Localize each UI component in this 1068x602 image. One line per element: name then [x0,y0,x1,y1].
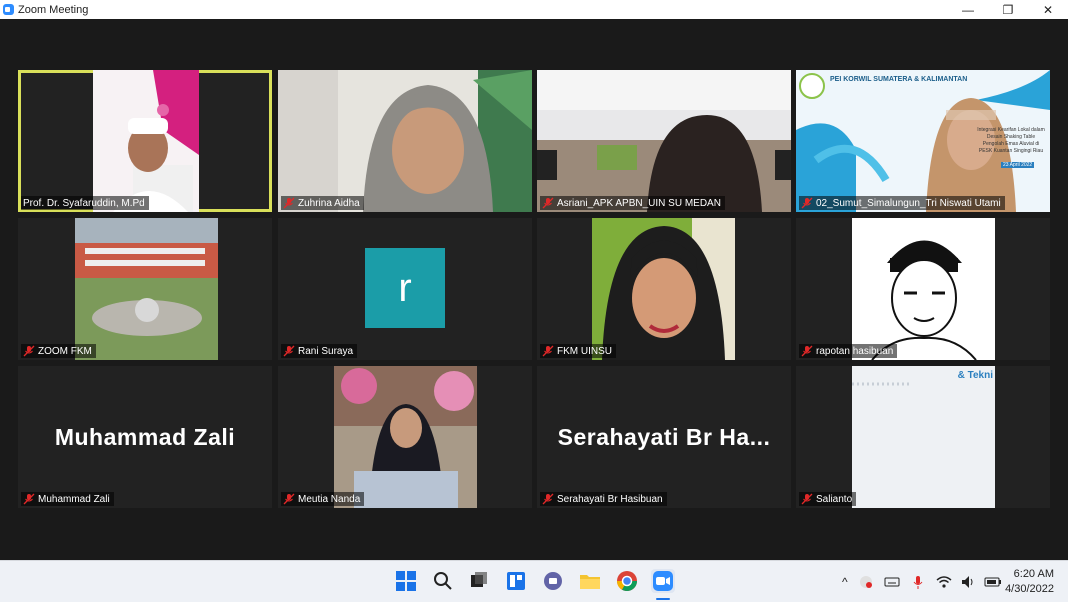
participant-video [93,70,199,212]
participant-tile[interactable]: PEI KORWIL SUMATERA & KALIMANTAN Integra… [796,70,1050,212]
microphone-muted-icon [801,197,813,209]
task-view-icon[interactable] [467,569,491,593]
participant-tile[interactable]: FKM UINSU [537,218,791,360]
widgets-icon[interactable] [504,569,528,593]
slide-header: PEI KORWIL SUMATERA & KALIMANTAN [830,76,968,83]
participant-tile[interactable]: r Rani Suraya [278,218,532,360]
participant-name-label: Muhammad Zali [21,492,114,506]
participant-display-name: Muhammad Zali [54,423,236,450]
participant-video: PEI KORWIL SUMATERA & KALIMANTAN Integra… [796,70,1050,212]
participant-name-label: Serahayati Br Hasibuan [540,492,667,506]
participant-tile[interactable]: rapotan hasibuan [796,218,1050,360]
microphone-muted-icon [801,493,813,505]
microphone-icon[interactable] [910,574,926,590]
participant-name-label: FKM UINSU [540,344,616,358]
participant-tile[interactable]: ZOOM FKM [18,218,272,360]
microphone-muted-icon [283,345,295,357]
microphone-muted-icon [542,493,554,505]
gallery-view: Prof. Dr. Syafaruddin, M.Pd Zuhrina Aidh… [0,19,1068,560]
clock-date: 4/30/2022 [1005,583,1054,595]
file-explorer-icon[interactable] [578,569,602,593]
zoom-app-icon [3,4,14,15]
participant-name-label: Meutia Nanda [281,492,365,506]
participant-name-label: Zuhrina Aidha [281,196,364,210]
participant-name-label: ZOOM FKM [21,344,96,358]
search-icon[interactable] [431,569,455,593]
microphone-muted-icon [283,493,295,505]
windows-start-icon[interactable] [394,569,418,593]
participant-tile[interactable]: & Tekni Salianto [796,366,1050,508]
participant-name-label: rapotan hasibuan [799,344,898,358]
microphone-muted-icon [283,197,295,209]
close-button[interactable]: ✕ [1028,0,1068,19]
participant-name-label: Prof. Dr. Syafaruddin, M.Pd [21,196,149,210]
active-app-indicator [656,598,670,600]
restore-button[interactable]: ❐ [988,0,1028,19]
participant-name-label: Salianto [799,492,857,506]
windows-taskbar: ^ 6:20 AM 4/30/2022 [0,560,1068,602]
microphone-muted-icon [23,493,35,505]
system-clock[interactable]: 6:20 AM 4/30/2022 [1005,567,1054,597]
microphone-muted-icon [542,197,554,209]
notification-app-icon[interactable] [858,574,874,590]
slide-date: 23 April 2022 [1001,162,1035,168]
chrome-icon[interactable] [615,569,639,593]
participant-video [852,218,995,360]
slide-body: Integrasi Kearifan Lokal dalam Desain Sh… [977,127,1045,154]
participant-video [278,70,532,212]
title-bar: Zoom Meeting — ❐ ✕ [0,0,1068,19]
participant-name-label: Rani Suraya [281,344,358,358]
volume-icon[interactable] [960,574,976,590]
microphone-muted-icon [801,345,813,357]
teams-chat-icon[interactable] [541,569,565,593]
microphone-muted-icon [542,345,554,357]
participant-tile[interactable]: Meutia Nanda [278,366,532,508]
minimize-button[interactable]: — [948,0,988,19]
participant-avatar: r [365,248,445,328]
participant-video: & Tekni [852,366,995,508]
microphone-muted-icon [23,345,35,357]
window-title: Zoom Meeting [18,3,89,16]
participant-tile[interactable]: Serahayati Br Ha... Serahayati Br Hasibu… [537,366,791,508]
clock-time: 6:20 AM [1013,568,1054,580]
participant-display-name: Serahayati Br Ha... [557,423,771,450]
participant-name-label: Asriani_APK APBN_UIN SU MEDAN [540,196,725,210]
zoom-icon[interactable] [651,569,675,593]
system-tray: ^ [842,561,1002,602]
tray-chevron-icon[interactable]: ^ [842,575,848,589]
participant-tile[interactable]: Zuhrina Aidha [278,70,532,212]
keyboard-icon[interactable] [884,574,900,590]
participant-tile[interactable]: Prof. Dr. Syafaruddin, M.Pd [18,70,272,212]
participant-video [334,366,477,508]
wifi-icon[interactable] [936,574,952,590]
participant-video [75,218,218,360]
participant-tile[interactable]: Muhammad Zali Muhammad Zali [18,366,272,508]
participant-tile[interactable]: Asriani_APK APBN_UIN SU MEDAN [537,70,791,212]
shared-screen-text: & Tekni [957,370,993,381]
participant-video [537,70,791,212]
participant-name-label: 02_Sumut_Simalungun_Tri Niswati Utami [799,196,1005,210]
battery-icon[interactable] [984,574,1002,590]
participant-video [592,218,735,360]
